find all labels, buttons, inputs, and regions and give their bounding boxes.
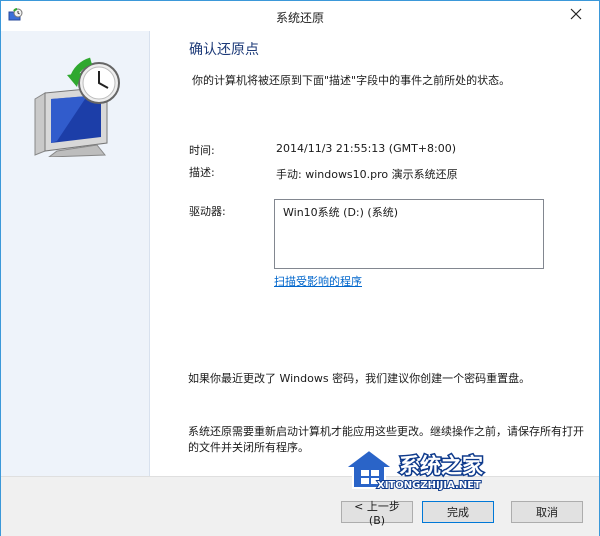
window-title: 系统还原 <box>275 11 324 25</box>
drive-label: 驱动器: <box>189 205 226 218</box>
scan-affected-programs-link[interactable]: 扫描受影响的程序 <box>274 273 362 289</box>
computer-restore-icon <box>27 57 127 158</box>
restore-description: 你的计算机将被还原到下面"描述"字段中的事件之前所处的状态。 <box>192 74 511 87</box>
system-restore-window: 系统还原 确认还原点 你的计算机将被还原到下面"描述"字段中的事件之前所处的状态… <box>0 0 600 536</box>
description-label: 描述: <box>189 166 215 179</box>
password-note: 如果你最近更改了 Windows 密码，我们建议你创建一个密码重置盘。 <box>188 372 531 385</box>
close-icon <box>570 8 582 23</box>
time-label: 时间: <box>189 144 215 157</box>
description-value: 手动: windows10.pro 演示系统还原 <box>276 168 458 181</box>
site-watermark: 系统之家 XITONGZHIJIA.NET <box>339 444 539 494</box>
watermark-url: XITONGZHIJIA.NET <box>377 480 481 491</box>
time-value: 2014/11/3 21:55:13 (GMT+8:00) <box>276 142 457 155</box>
sidebar-panel <box>1 31 150 476</box>
drive-list[interactable]: Win10系统 (D:) (系统) <box>274 199 544 269</box>
close-button[interactable] <box>553 1 599 30</box>
page-title: 确认还原点 <box>189 42 259 58</box>
watermark-brand: 系统之家 <box>399 454 484 478</box>
finish-button[interactable]: 完成 <box>422 501 494 523</box>
list-item[interactable]: Win10系统 (D:) (系统) <box>283 204 398 220</box>
back-button[interactable]: < 上一步(B) <box>341 500 413 527</box>
cancel-button[interactable]: 取消 <box>511 501 583 523</box>
title-bar: 系统还原 <box>1 1 599 31</box>
content-panel: 确认还原点 你的计算机将被还原到下面"描述"字段中的事件之前所处的状态。 时间:… <box>150 31 599 476</box>
